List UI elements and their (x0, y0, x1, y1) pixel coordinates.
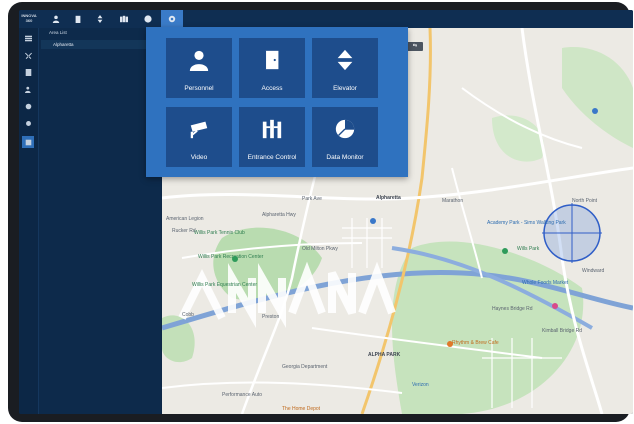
settings-icon[interactable] (161, 10, 183, 28)
app-window: INNOVA 360 Area List Alpharetta Alpharet… (19, 10, 633, 414)
person-icon[interactable] (45, 10, 67, 28)
door-icon (264, 50, 279, 70)
map-label-old-milton: Old Milton Pkwy (302, 246, 338, 252)
map-label-home-depot: The Home Depot (282, 406, 321, 412)
map-label-equestrian-center: Willis Park Equestrian Center (192, 282, 258, 288)
video-tile[interactable]: Video (166, 107, 232, 167)
map-label-cobb: Cobb (182, 312, 194, 318)
map-icon[interactable] (22, 136, 34, 148)
report-icon[interactable] (22, 66, 34, 78)
park-pin-icon[interactable] (502, 248, 508, 254)
map-label-georgia-dept: Georgia Department (282, 364, 328, 370)
data-monitor-tile[interactable]: Data Monitor (312, 107, 378, 167)
map-label-american-legion: American Legion (166, 216, 204, 222)
map-label-north-point: North Point (572, 198, 598, 204)
map-label-alpharetta: Alpharetta (376, 195, 401, 201)
entrance-control-label: Entrance Control (247, 154, 297, 161)
entrance-control-tile[interactable]: Entrance Control (239, 107, 305, 167)
map-toggle-button[interactable]: ⇆ (407, 42, 423, 51)
tools-icon[interactable] (22, 49, 34, 61)
access-tile[interactable]: Access (239, 38, 305, 98)
map-label-kimball-bridge: Kimball Bridge Rd (542, 328, 583, 334)
module-menu: Personnel Access Elevator Video Entrance… (146, 27, 408, 177)
area-item-label: Alpharetta (53, 42, 74, 47)
map-label-academy-park: Academy Park - Sims Walking Park (487, 220, 566, 226)
map-label-whole-foods: Whole Foods Market (522, 280, 569, 286)
side-rail (19, 28, 39, 414)
shop-pin-icon[interactable] (552, 303, 558, 309)
map-label-preston: Preston (262, 314, 280, 320)
person-icon (189, 50, 209, 71)
map-label-wills-park: Wills Park (517, 246, 540, 252)
pie-chart-icon (335, 119, 355, 139)
area-list-panel: Area List Alpharetta (39, 28, 161, 414)
elevator-label: Elevator (333, 85, 357, 92)
door-icon[interactable] (67, 10, 89, 28)
map-label-performance-auto: Performance Auto (222, 392, 263, 398)
camera-icon (190, 121, 208, 139)
video-icon[interactable] (113, 10, 135, 28)
personnel-tile[interactable]: Personnel (166, 38, 232, 98)
video-label: Video (190, 154, 208, 161)
turnstile-icon (262, 119, 282, 139)
elevator-icon (337, 49, 353, 71)
park-pin-icon[interactable] (232, 256, 238, 262)
map-label-rucker-rd: Rucker Rd (172, 228, 196, 234)
data-monitor-label: Data Monitor (326, 154, 364, 161)
map-label-marathon: Marathon (442, 198, 464, 204)
map-label-park-ave: Park Ave (302, 196, 322, 202)
access-label: Access (261, 85, 283, 92)
elevator-tile[interactable]: Elevator (312, 38, 378, 98)
map-label-verizon: Verizon (412, 382, 429, 388)
gear-icon[interactable] (22, 117, 34, 129)
elevator-icon[interactable] (89, 10, 111, 28)
place-pin-icon[interactable] (592, 108, 598, 114)
map-label-cafe: Rhythm & Brew Cafe (452, 340, 499, 346)
area-list-item[interactable]: Alpharetta (41, 40, 161, 49)
map-label-recreation-center: Willis Park Recreation Center (198, 254, 264, 260)
place-pin-icon[interactable] (370, 218, 376, 224)
map-label-tennis-club: Willis Park Tennis Club (194, 230, 245, 236)
map-label-windward: Windward (582, 268, 605, 274)
area-list-title: Area List (49, 30, 67, 35)
top-bar: INNOVA 360 (19, 10, 633, 28)
layers-icon[interactable] (22, 32, 34, 44)
users-icon[interactable] (22, 83, 34, 95)
map-label-alpha-park: ALPHA PARK (368, 352, 401, 358)
data-monitor-icon[interactable] (137, 10, 159, 28)
personnel-label: Personnel (184, 85, 214, 92)
map-label-alpharetta-hwy: Alpharetta Hwy (262, 212, 296, 218)
alarm-icon[interactable] (22, 100, 34, 112)
map-label-haynes-bridge: Haynes Bridge Rd (492, 306, 533, 312)
app-logo: INNOVA 360 (21, 13, 37, 23)
food-pin-icon[interactable] (447, 341, 453, 347)
